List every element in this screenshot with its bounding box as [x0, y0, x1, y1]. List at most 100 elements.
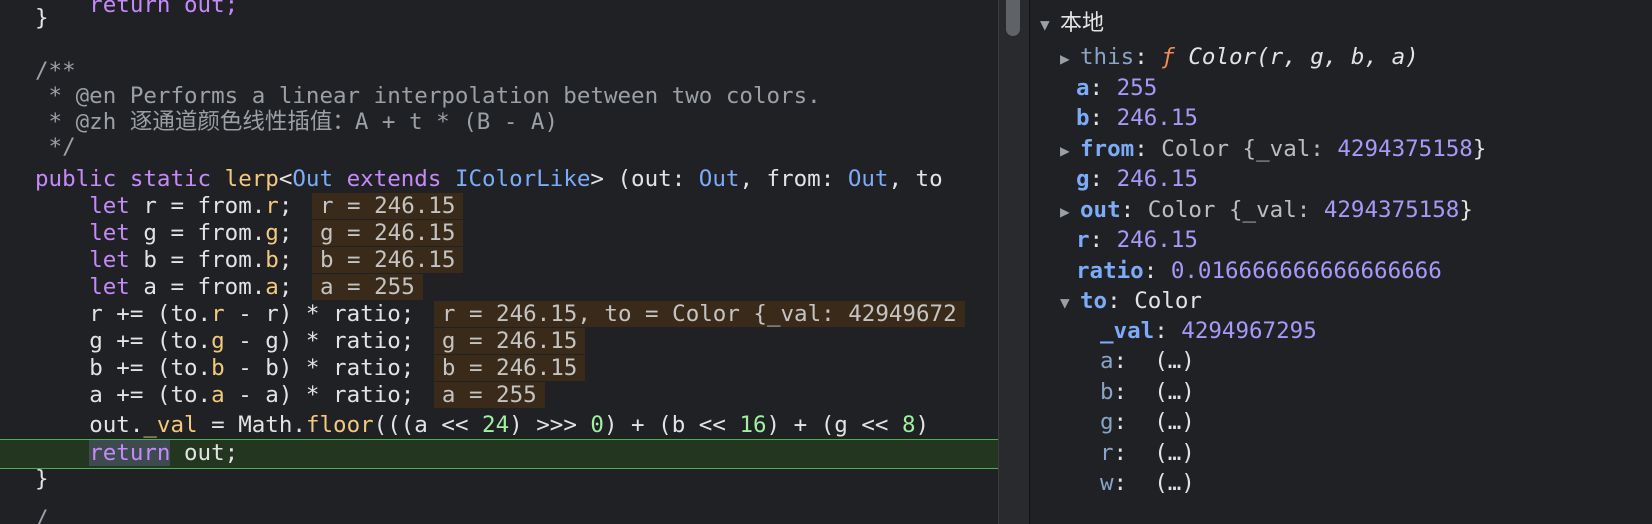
lazy-value[interactable]: (…) — [1154, 409, 1195, 435]
code-text: ; — [278, 274, 293, 300]
triangle-right-icon[interactable]: ▶ — [1060, 44, 1080, 74]
scope-entry-b[interactable]: b: 246.15 — [1076, 103, 1198, 133]
type-name: Out — [847, 166, 889, 192]
triangle-down-icon[interactable]: ▼ — [1060, 288, 1080, 318]
scope-entry-a[interactable]: a: 255 — [1076, 73, 1157, 103]
scope-entry-val[interactable]: _val: 4294967295 — [1100, 316, 1317, 346]
scope-key: b — [1076, 105, 1090, 131]
inline-value: b = 246.15 — [433, 355, 586, 381]
code-text: b = from. — [129, 247, 266, 273]
code-line: g += (to.g - g) * ratio; g = 246.15 — [0, 328, 1000, 355]
scope-value: 246.15 — [1116, 166, 1198, 192]
scope-key: r — [1100, 440, 1114, 466]
scope-value: 246.15 — [1116, 105, 1198, 131]
triangle-right-icon[interactable]: ▶ — [1060, 197, 1080, 227]
scope-value: 4294375158 — [1337, 136, 1473, 162]
type-name: Out — [292, 166, 334, 192]
scope-entry-ratio[interactable]: ratio: 0.016666666666666666 — [1076, 256, 1442, 286]
scope-getter-b[interactable]: b: (…) — [1100, 377, 1195, 407]
number: 16 — [739, 412, 767, 438]
scope-entry-to[interactable]: ▼ to: Color — [1060, 286, 1202, 316]
code-text: r = from. — [129, 193, 266, 219]
number: 8 — [902, 412, 916, 438]
scope-entry-g[interactable]: g: 246.15 — [1076, 164, 1198, 194]
scope-value: 255 — [1116, 75, 1158, 101]
property: a — [211, 382, 225, 408]
code-text: * @zh 逐通道颜色线性插值：A + t * (B - A) — [35, 109, 559, 135]
code-line: b += (to.b - b) * ratio; b = 246.15 — [0, 355, 1000, 382]
scope-type: Color {_val: — [1161, 136, 1338, 162]
editor-scrollbar[interactable] — [998, 0, 1031, 524]
inline-value: b = 246.15 — [311, 247, 464, 273]
code-text: g = from. — [129, 220, 266, 246]
code-line: / — [0, 506, 1000, 524]
code-line: let g = from.g; g = 246.15 — [0, 220, 1000, 247]
scope-entry-r[interactable]: r: 246.15 — [1076, 225, 1198, 255]
code-line: let a = from.a; a = 255 — [0, 274, 1000, 301]
scope-colon: : — [1134, 136, 1148, 162]
scope-colon: : — [1089, 227, 1104, 253]
property: b — [265, 247, 279, 273]
lazy-value[interactable]: (…) — [1154, 470, 1195, 496]
code-text: > (out: — [590, 166, 699, 192]
scope-entry-out[interactable]: ▶ out: Color {_val: 4294375158} — [1060, 195, 1473, 225]
scope-colon: : — [1107, 288, 1121, 314]
triangle-right-icon[interactable]: ▶ — [1060, 136, 1080, 166]
scope-colon: : — [1089, 105, 1104, 131]
code-text: ) + (g << — [766, 412, 902, 438]
code-text: a = from. — [129, 274, 266, 300]
code-text: ) — [915, 412, 930, 438]
inline-value: g = 246.15 — [433, 328, 586, 354]
lazy-value[interactable]: (…) — [1154, 348, 1195, 374]
scope-colon: : — [1113, 440, 1128, 466]
code-text: = Math. — [197, 412, 306, 438]
scope-value: 4294967295 — [1181, 318, 1317, 344]
code-text: ) + (b << — [603, 412, 740, 438]
scope-type: Color — [1134, 288, 1202, 314]
scope-key: g — [1076, 166, 1090, 192]
code-text: out. — [89, 412, 144, 438]
code-line: } — [0, 466, 1000, 493]
scrollbar-thumb[interactable] — [1006, 0, 1020, 36]
scope-key: this — [1080, 44, 1135, 70]
property: _val — [143, 412, 198, 438]
code-text: ; — [278, 193, 293, 219]
scope-key: out — [1080, 197, 1121, 223]
scope-key: b — [1100, 379, 1114, 405]
number: 24 — [482, 412, 510, 438]
code-comment: * @zh 逐通道颜色线性插值：A + t * (B - A) — [0, 109, 1000, 136]
code-text: ; — [278, 247, 293, 273]
code-text: out; — [170, 440, 239, 466]
scope-value: 246.15 — [1116, 227, 1198, 253]
code-line-current: return out; — [0, 440, 1000, 467]
scope-colon: : — [1113, 409, 1128, 435]
code-text: ; — [278, 220, 293, 246]
code-line: a += (to.a - a) * ratio; a = 255 — [0, 382, 1000, 409]
scope-entry-this[interactable]: ▶ this: ƒ Color(r, g, b, a) — [1060, 42, 1419, 72]
code-text: , to — [888, 166, 943, 192]
property: a — [265, 274, 279, 300]
lazy-value[interactable]: (…) — [1154, 440, 1195, 466]
scope-section-header[interactable]: ▼ 本地 — [1040, 8, 1104, 38]
triangle-down-icon[interactable]: ▼ — [1040, 10, 1060, 40]
scope-getter-r[interactable]: r: (…) — [1100, 438, 1195, 468]
code-text: r += (to. — [89, 301, 212, 327]
scope-key: w — [1100, 470, 1114, 496]
code-text: < — [278, 166, 293, 192]
scope-colon: : — [1113, 470, 1128, 496]
scope-entry-from[interactable]: ▶ from: Color {_val: 4294375158} — [1060, 134, 1486, 164]
lazy-value[interactable]: (…) — [1154, 379, 1195, 405]
code-text: - g) * ratio; — [224, 328, 415, 354]
scope-getter-g[interactable]: g: (…) — [1100, 407, 1195, 437]
scope-getter-a[interactable]: a: (…) — [1100, 346, 1195, 376]
code-comment: * @en Performs a linear interpolation be… — [0, 83, 1000, 110]
scope-key: ratio — [1076, 258, 1144, 284]
scope-value: 4294375158 — [1323, 197, 1460, 223]
scope-getter-w[interactable]: w: (…) — [1100, 468, 1195, 498]
scope-colon: : — [1143, 258, 1158, 284]
property: b — [211, 355, 225, 381]
scope-colon: : — [1134, 44, 1148, 70]
keyword: let — [89, 193, 130, 219]
code-editor[interactable]: return out; } /** * @en Performs a linea… — [0, 0, 1000, 524]
scope-value: 0.016666666666666666 — [1170, 258, 1442, 284]
